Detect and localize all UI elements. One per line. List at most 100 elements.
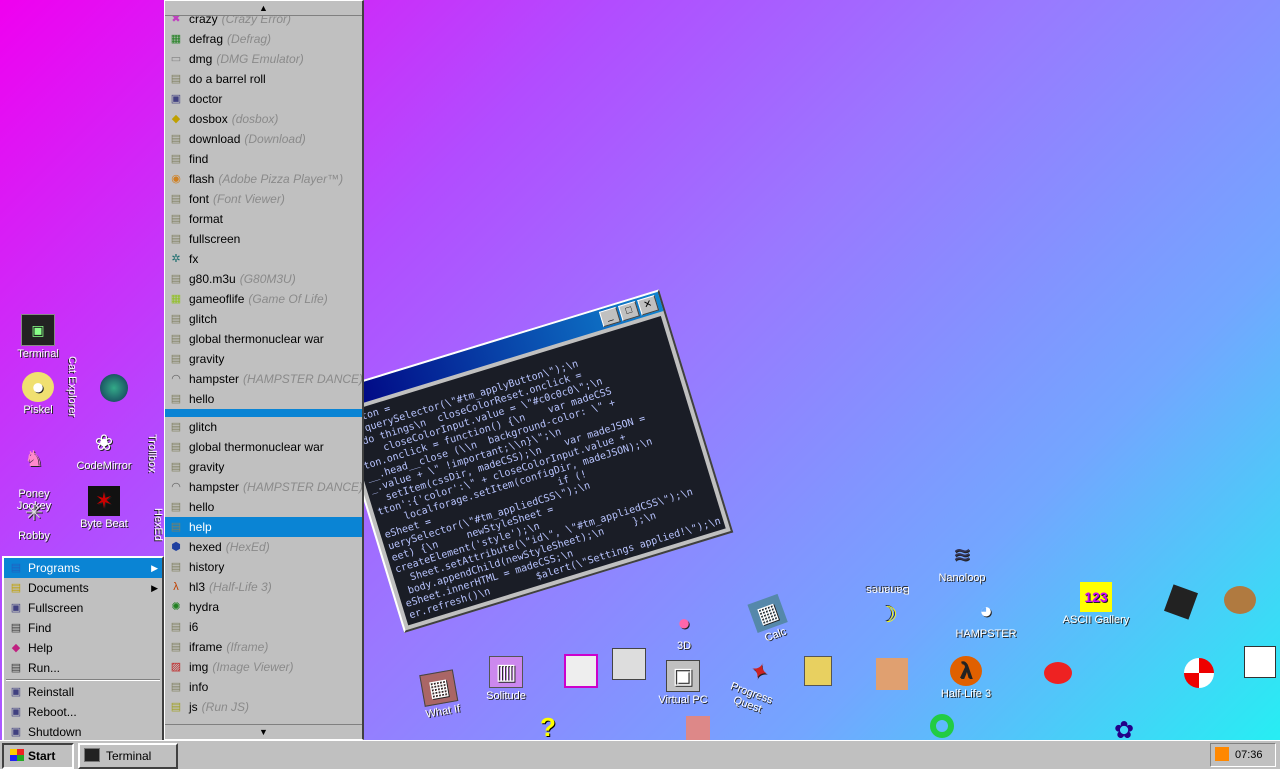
program-item[interactable]: ▤ js (Run JS) (165, 697, 362, 717)
program-name: hydra (189, 600, 220, 614)
program-item[interactable]: λ hl3 (Half-Life 3) (165, 577, 362, 597)
desktop-icon-hexed[interactable]: HexEd (152, 508, 164, 541)
desktop-icon-bananes[interactable]: ☾ Bananes (856, 584, 920, 628)
program-item[interactable]: ▤ iframe (Iframe) (165, 637, 362, 657)
start-menu-item[interactable]: ▤ Run... (4, 658, 162, 678)
program-item[interactable]: ▤ do a barrel roll (165, 69, 362, 89)
desktop-icon-progress[interactable]: ✦ Progress Quest (713, 646, 798, 723)
desktop-icon-robby[interactable]: ✳ Robby (2, 498, 66, 542)
start-menu-label: Documents (28, 581, 89, 595)
program-item[interactable]: ▤ glitch (165, 417, 362, 437)
system-tray: 07:36 (1210, 743, 1276, 767)
programs-menu[interactable]: ▲ ✖ crazy (Crazy Error) ▦ defrag (Defrag) ▭ dmg… (164, 0, 364, 740)
program-icon: ▤ (170, 641, 182, 653)
clock[interactable]: 07:36 (1235, 749, 1263, 761)
pony-icon: ♞ (24, 446, 44, 471)
start-menu-item[interactable]: ▤ Programs ▶ (4, 558, 162, 578)
program-item[interactable]: ▤ find (165, 149, 362, 169)
maze-icon[interactable] (1244, 646, 1276, 678)
question-icon[interactable]: ? (540, 712, 556, 743)
desktop-icon-virtualpc[interactable]: ▣ Virtual PC (650, 660, 716, 706)
start-menu-icon: ▣ (10, 726, 22, 738)
defrag-icon[interactable] (564, 654, 598, 688)
start-menu-item[interactable]: ▣ Reinstall (4, 682, 162, 702)
desktop-icon-terminal[interactable]: ▣ Terminal (6, 314, 70, 360)
start-menu-item[interactable]: ▤ Find (4, 618, 162, 638)
scroll-up-icon[interactable]: ▲ (165, 1, 362, 16)
start-button[interactable]: Start (2, 743, 74, 769)
rss-icon[interactable] (1215, 747, 1229, 761)
program-icon: ◉ (171, 173, 181, 185)
lips-icon[interactable] (1044, 662, 1072, 684)
speech-icon[interactable] (612, 648, 646, 680)
program-item[interactable]: ▤ global thermonuclear war (165, 437, 362, 457)
desktop-icon-cat-explorer[interactable]: Cat Explorer (66, 356, 78, 417)
program-item[interactable]: ▤ fullscreen (165, 229, 362, 249)
start-menu-label: Fullscreen (28, 601, 84, 615)
desktop-icon-potatoe[interactable] (1224, 586, 1256, 614)
program-item[interactable]: ▤ hello (165, 497, 362, 517)
desktop-icon-label: 3D (676, 640, 692, 652)
desktop-icon-solitude[interactable]: ▥ Solitude (474, 656, 538, 702)
scroll-down-icon[interactable]: ▼ (165, 724, 362, 739)
program-item[interactable]: ▤ history (165, 557, 362, 577)
program-item[interactable]: ▤ glitch (165, 309, 362, 329)
program-item[interactable]: ▤ info (165, 677, 362, 697)
desktop-icon-3d[interactable]: ● 3D (652, 608, 716, 652)
start-menu-item[interactable]: ▤ Documents ▶ (4, 578, 162, 598)
program-item[interactable]: ⬢ hexed (HexEd) (165, 537, 362, 557)
program-item[interactable]: ▦ defrag (Defrag) (165, 29, 362, 49)
start-menu-item[interactable]: ▣ Fullscreen (4, 598, 162, 618)
program-item[interactable]: ◆ dosbox (dosbox) (165, 109, 362, 129)
desktop-icon-nanoloop[interactable]: ≋ Nanoloop (930, 540, 994, 584)
program-item[interactable]: ▭ dmg (DMG Emulator) (165, 49, 362, 69)
program-name: iframe (189, 640, 223, 654)
start-menu-label: Shutdown (28, 725, 82, 739)
program-item[interactable]: ▤ hello (165, 389, 362, 409)
globe-icon[interactable] (100, 374, 128, 402)
program-item[interactable]: ▦ gameoflife (Game Of Life) (165, 289, 362, 309)
desktop-icon-trollbox[interactable]: Trollbox (146, 434, 158, 473)
start-menu[interactable]: ▤ Programs ▶ ▤ Documents ▶ ▣ Fullscreen ▤ Find ◆ He… (2, 556, 164, 742)
program-item[interactable]: ▤ font (Font Viewer) (165, 189, 362, 209)
terminal-window[interactable]: _ □ ✕ utton = y.querySelector(\"#tm_appl… (330, 289, 734, 633)
face-icon[interactable] (686, 716, 710, 740)
desktop-icon-bytebeat[interactable]: ✶ Byte Beat (72, 486, 136, 530)
program-item[interactable]: ▤ gravity (165, 457, 362, 477)
program-item[interactable]: ▣ doctor (165, 89, 362, 109)
program-item[interactable]: ▤ i6 (165, 617, 362, 637)
program-item[interactable]: ◠ hampster (HAMPSTER DANCE) (165, 477, 362, 497)
desktop-icon-piskel[interactable]: ● Piskel (6, 372, 70, 416)
program-item[interactable]: ▤ download (Download) (165, 129, 362, 149)
program-item[interactable]: ✲ fx (165, 249, 362, 269)
desktop-icon-hampster[interactable]: ◕ HAMPSTER (954, 596, 1018, 640)
taskbar-item-terminal[interactable]: Terminal (78, 743, 178, 769)
program-item[interactable]: ▤ help (165, 517, 362, 537)
start-menu-item[interactable]: ▣ Reboot... (4, 702, 162, 722)
start-menu-item[interactable]: ◆ Help (4, 638, 162, 658)
program-item[interactable]: ◠ hampster (HAMPSTER DANCE) (165, 369, 362, 389)
ring-icon[interactable] (930, 714, 954, 738)
desktop-icon-label: CodeMirror (76, 460, 132, 472)
desktop-icon-calc[interactable]: ▦ Calc (732, 588, 807, 651)
program-description: (Download) (244, 132, 306, 146)
program-icon: ▤ (170, 73, 182, 85)
jukebox-icon[interactable] (1163, 584, 1199, 620)
desktop-icon-halflife[interactable]: λ Half-Life 3 (932, 656, 1000, 700)
start-menu-item[interactable]: ▣ Shutdown (4, 722, 162, 742)
desktop-icon-ascii[interactable]: 123 ASCII Gallery (1058, 582, 1134, 626)
terminal-output[interactable]: utton = y.querySelector(\"#tm_applyButto… (343, 316, 726, 626)
program-name: hello (189, 500, 215, 514)
program-item[interactable]: ▨ img (Image Viewer) (165, 657, 362, 677)
program-item[interactable]: ▤ gravity (165, 349, 362, 369)
desktop-icon-whatif[interactable]: ▦ What If (404, 667, 475, 723)
street-fighter-icon[interactable] (876, 658, 908, 690)
program-item[interactable]: ▤ global thermonuclear war (165, 329, 362, 349)
program-item[interactable]: ▤ format (165, 209, 362, 229)
post-icon[interactable] (804, 656, 832, 686)
desktop-icon-codemirror[interactable]: ❀ CodeMirror (72, 428, 136, 472)
program-item[interactable]: ◉ flash (Adobe Pizza Player™) (165, 169, 362, 189)
ball-icon[interactable] (1184, 658, 1214, 688)
program-item[interactable]: ✺ hydra (165, 597, 362, 617)
program-item[interactable]: ▤ g80.m3u (G80M3U) (165, 269, 362, 289)
